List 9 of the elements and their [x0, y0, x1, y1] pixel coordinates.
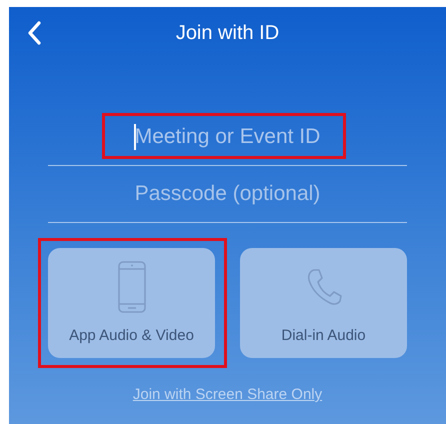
screen-title: Join with ID	[176, 22, 280, 44]
screen-share-link[interactable]: Join with Screen Share Only	[132, 386, 322, 403]
input-field[interactable]: Passcode (optional)	[102, 179, 352, 209]
phone-handset-icon	[306, 268, 342, 306]
back-button[interactable]	[27, 21, 41, 45]
phone-icon	[118, 261, 146, 313]
input-field[interactable]: Meeting or Event ID	[102, 122, 352, 152]
option-button[interactable]: App Audio & Video	[48, 248, 215, 358]
option-button[interactable]: Dial-in Audio	[240, 248, 407, 358]
